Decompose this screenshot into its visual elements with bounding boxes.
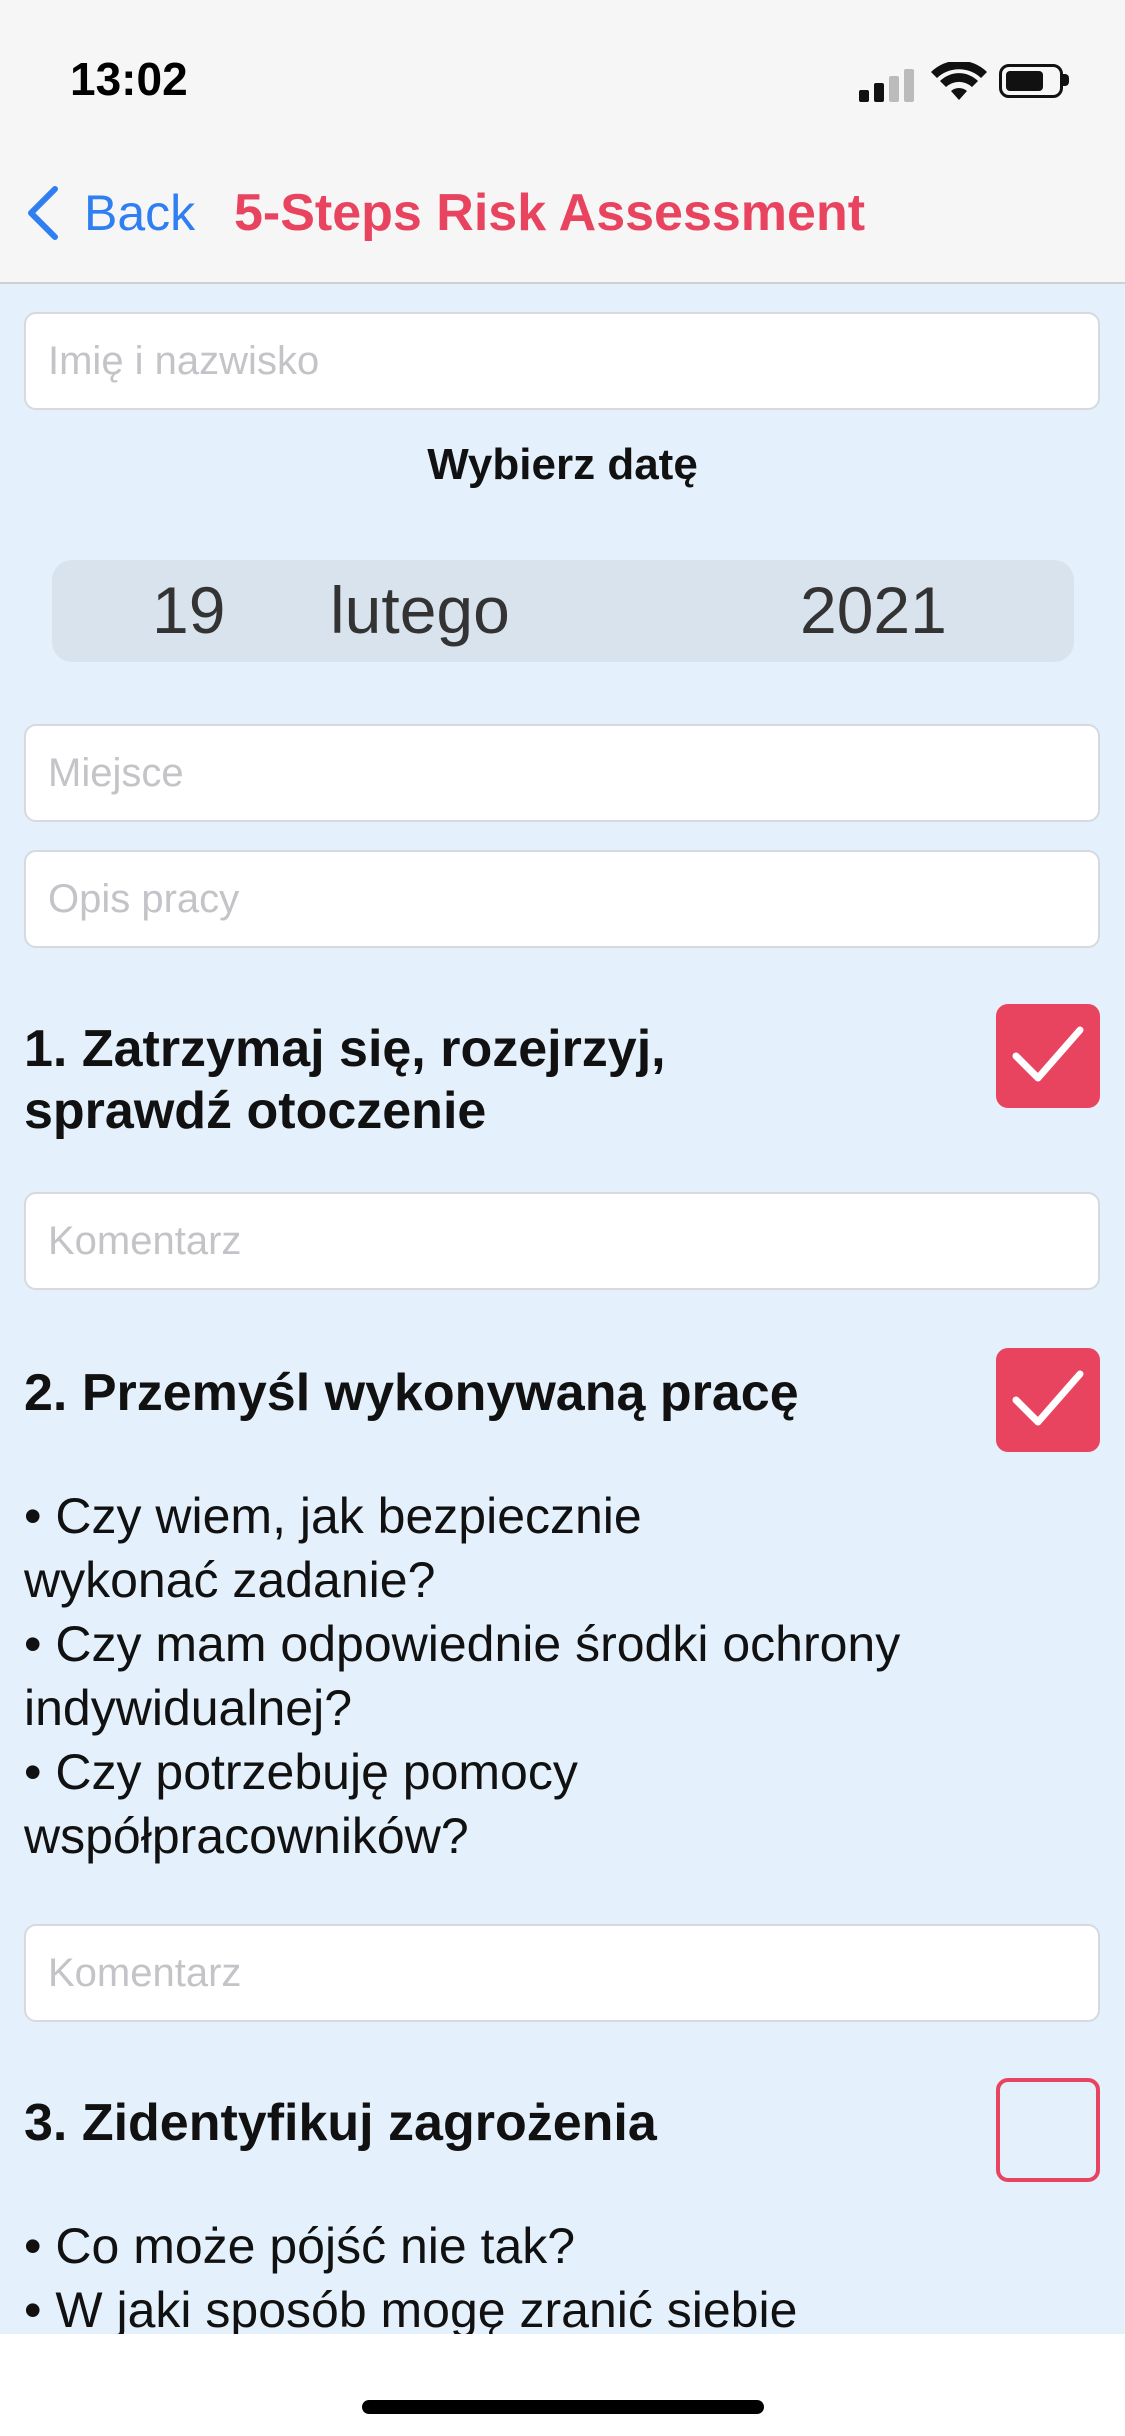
date-label: Wybierz datę (427, 440, 698, 489)
step-1-title: 1. Zatrzymaj się, rozejrzyj, sprawdź oto… (24, 1020, 666, 1140)
step-3-title: 3. Zidentyfikuj zagrożenia (24, 2094, 657, 2152)
step-2-comment-input[interactable]: Komentarz (24, 1924, 1100, 2022)
job-description-input[interactable]: Opis pracy (24, 850, 1100, 948)
list-item: • Co może pójść nie tak? (24, 2218, 576, 2274)
step-2-checkbox[interactable] (996, 1348, 1100, 1452)
step-2-title: 2. Przemyśl wykonywaną pracę (24, 1364, 799, 1422)
step-1-comment-input[interactable]: Komentarz (24, 1192, 1100, 1290)
list-item: • Czy mam odpowiednie środki ochrony ind… (24, 1616, 901, 1736)
date-day[interactable]: 19 (152, 572, 225, 648)
battery-cap (1063, 74, 1069, 86)
home-indicator[interactable] (362, 2400, 764, 2414)
place-input[interactable]: Miejsce (24, 724, 1100, 822)
step-2-questions: • Czy wiem, jak bezpiecznie wykonać zada… (24, 1484, 1104, 1868)
list-item: • W jaki sposób mogę zranić siebie (24, 2282, 798, 2334)
checkmark-icon (1012, 1026, 1084, 1082)
page-title: 5-Steps Risk Assessment (234, 184, 866, 242)
home-area (0, 2334, 1125, 2436)
list-item: • Czy wiem, jak bezpiecznie wykonać zada… (24, 1488, 642, 1608)
wifi-icon (931, 62, 987, 100)
back-label: Back (84, 185, 196, 241)
top-bar: 13:02 Back 5-Steps Risk Assessment (0, 0, 1125, 284)
cellular-signal-icon (859, 68, 919, 102)
status-icons (859, 62, 1089, 102)
form-content: Imię i nazwisko Wybierz datę 19 lutego 2… (0, 284, 1125, 2334)
list-item: • Czy potrzebuję pomocy współpracowników… (24, 1744, 578, 1864)
checkmark-icon (1012, 1370, 1084, 1426)
step-1-checkbox[interactable] (996, 1004, 1100, 1108)
date-month[interactable]: lutego (330, 572, 510, 648)
status-time: 13:02 (70, 53, 188, 105)
back-button[interactable]: Back (26, 185, 195, 241)
chevron-left-icon (28, 186, 58, 240)
name-input[interactable]: Imię i nazwisko (24, 312, 1100, 410)
battery-icon (999, 64, 1063, 98)
date-year[interactable]: 2021 (800, 572, 947, 648)
step-3-checkbox[interactable] (996, 2078, 1100, 2182)
date-picker[interactable]: 19 lutego 2021 (52, 560, 1074, 662)
step-3-questions: • Co może pójść nie tak? • W jaki sposób… (24, 2214, 1104, 2334)
